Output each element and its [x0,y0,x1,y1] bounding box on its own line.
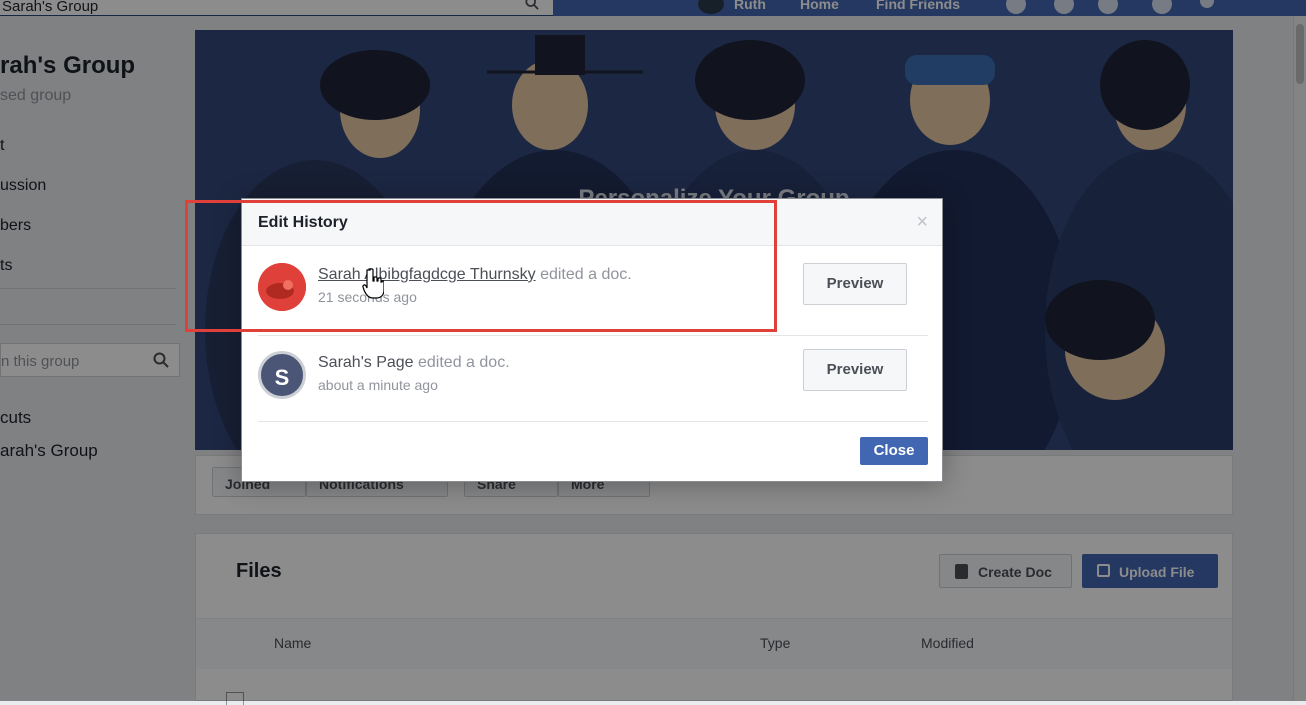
entry-action: edited a doc. [413,354,510,371]
editor-avatar[interactable] [258,263,306,311]
editor-name-link[interactable]: Sarah Albibgfagdcge Thurnsky [318,266,536,283]
editor-avatar[interactable]: S [258,351,306,399]
entry-timestamp[interactable]: about a minute ago [318,377,438,393]
avatar-graphic [258,263,306,311]
preview-button[interactable]: Preview [803,263,907,305]
dialog-title: Edit History [258,214,348,231]
close-button[interactable]: Close [860,437,928,465]
footer-divider [258,421,928,422]
dialog-header: Edit History × [242,199,942,246]
edit-history-dialog: Edit History × Sarah Albibgfagdcge Thurn… [241,198,943,482]
close-icon[interactable]: × [916,211,928,234]
edit-history-entry: Sarah Albibgfagdcge Thurnsky edited a do… [258,247,928,323]
preview-button[interactable]: Preview [803,349,907,391]
entry-action: edited a doc. [535,266,632,283]
entry-text: Sarah's Page edited a doc. [318,354,510,372]
editor-name-link[interactable]: Sarah's Page [318,354,414,371]
hand-cursor-icon [362,268,384,299]
edit-history-entry: S Sarah's Page edited a doc. about a min… [258,335,928,411]
